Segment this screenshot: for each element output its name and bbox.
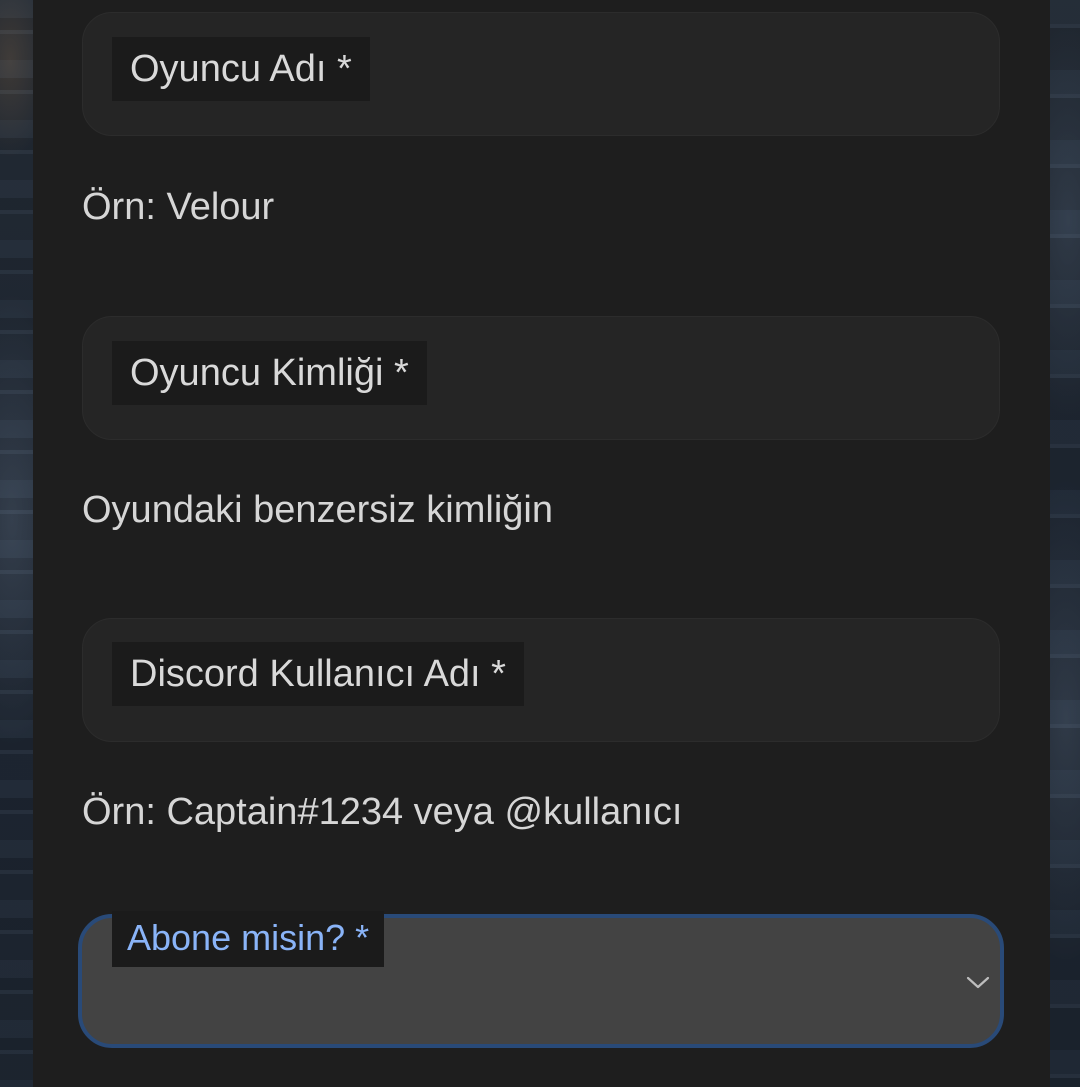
chevron-down-icon[interactable]	[966, 972, 990, 992]
player-name-helper: Örn: Velour	[82, 186, 275, 228]
subscribe-select-label: Abone misin? *	[112, 911, 385, 967]
discord-username-helper: Örn: Captain#1234 veya @kullanıcı	[82, 791, 683, 833]
background-left-edge	[0, 0, 33, 1087]
player-name-label: Oyuncu Adı *	[112, 37, 370, 101]
background-right-edge	[1050, 0, 1080, 1087]
player-id-helper: Oyundaki benzersiz kimliğin	[82, 489, 553, 531]
discord-username-label: Discord Kullanıcı Adı *	[112, 642, 524, 706]
player-id-label: Oyuncu Kimliği *	[112, 341, 427, 405]
